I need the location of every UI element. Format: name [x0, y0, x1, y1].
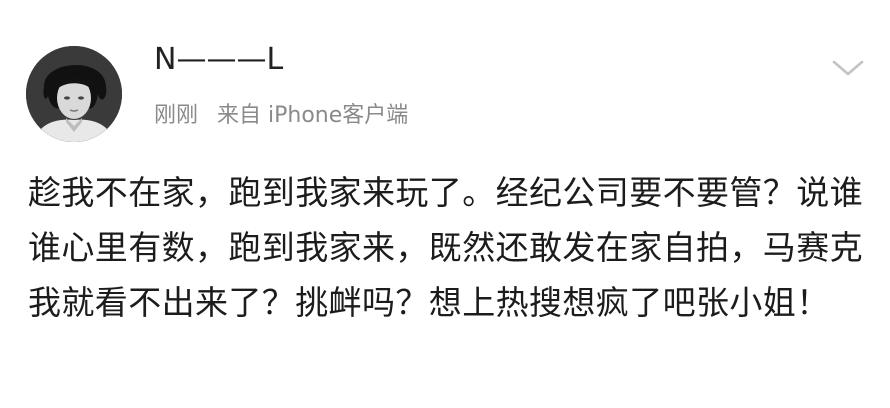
post-time: 刚刚 [154, 103, 199, 128]
post-content: 趁我不在家，跑到我家来玩了。经纪公司要不要管？说谁谁心里有数，跑到我家来，既然还… [28, 173, 863, 322]
post-source[interactable]: 来自 iPhone客户端 [217, 99, 408, 133]
avatar[interactable] [26, 46, 122, 142]
post-meta: 刚刚 来自 iPhone客户端 [154, 99, 408, 133]
weibo-post: N———L 刚刚 来自 iPhone客户端 趁我不在家，跑到我家来玩了。经纪公司… [0, 0, 890, 408]
avatar-photo [26, 46, 122, 142]
chevron-down-icon[interactable] [828, 54, 868, 82]
username[interactable]: N———L [154, 40, 283, 80]
